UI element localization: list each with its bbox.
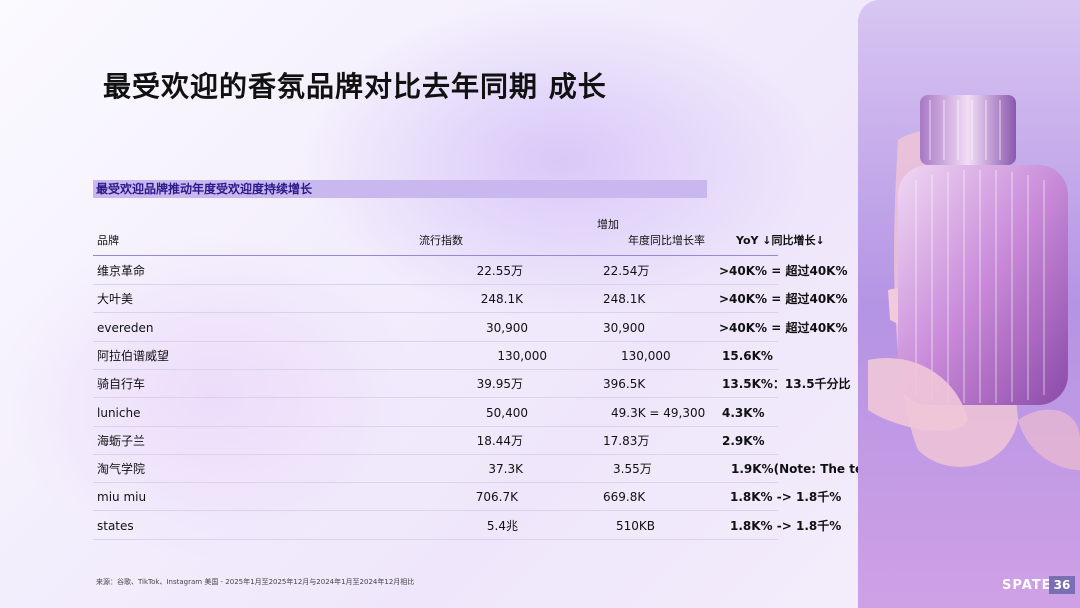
table-row: 海蛎子兰 18.44万 17.83万 2.9K% bbox=[93, 427, 778, 455]
table-row: 大叶美 248.1K 248.1K >40K% = 超过40K% bbox=[93, 285, 848, 314]
increase-cell: 669.8K bbox=[603, 490, 646, 505]
table-row: 阿拉伯谱威望 130,000 130,000 15.6K% bbox=[93, 342, 778, 370]
brand-cell: miu miu bbox=[97, 490, 147, 505]
yoy-cell: 4.3K% bbox=[722, 405, 765, 420]
popularity-index-cell: 22.55万 bbox=[476, 264, 523, 278]
header-divider bbox=[93, 255, 778, 256]
increase-cell: 17.83万 bbox=[603, 433, 650, 448]
popularity-index-cell: 706.7K bbox=[475, 490, 518, 505]
yoy-cell: 2.9K% bbox=[722, 433, 765, 448]
brand-cell: luniche bbox=[97, 405, 141, 420]
brand-cell: 骑自行车 bbox=[97, 377, 146, 392]
popularity-index-cell: 248.1K bbox=[480, 292, 523, 307]
header-yoy: YoY ↓同比增长↓ bbox=[736, 234, 825, 247]
yoy-cell: 1.8K% -> 1.8千% bbox=[730, 490, 842, 505]
increase-cell: 510KB bbox=[616, 518, 656, 533]
table-row: miu miu 706.7K 669.8K 1.8K% -> 1.8千% bbox=[93, 483, 841, 512]
brand-cell: 大叶美 bbox=[97, 292, 134, 307]
yoy-cell: 1.8K% -> 1.8千% bbox=[730, 518, 842, 533]
header-brand: 品牌 bbox=[97, 234, 119, 247]
table-row: 淘气学院37.3K3.55万1.9K%(Note: The term \"K\"… bbox=[93, 455, 1080, 484]
yoy-cell: >40K% = 超过40K% bbox=[719, 320, 848, 335]
yoy-cell: >40K% = 超过40K% bbox=[719, 264, 848, 278]
page-title: 最受欢迎的香氛品牌对比去年同期 成长 bbox=[103, 70, 607, 103]
brand-cell: 阿拉伯谱威望 bbox=[97, 348, 170, 363]
yoy-cell: 13.5K%：13.5千分比 bbox=[722, 377, 851, 392]
brand-cell: 维京革命 bbox=[97, 264, 146, 278]
increase-cell: 3.55万 bbox=[613, 462, 652, 477]
brand-cell: 淘气学院 bbox=[97, 462, 146, 477]
page-number: 36 bbox=[1049, 576, 1075, 594]
subtitle: 最受欢迎品牌推动年度受欢迎度持续增长 bbox=[96, 182, 313, 196]
popularity-index-cell: 39.95万 bbox=[476, 377, 523, 392]
table-row: states 5.4兆 510KB 1.8K% -> 1.8千% bbox=[93, 512, 841, 540]
perfume-photo bbox=[858, 0, 1080, 608]
popularity-index-cell: 37.3K bbox=[488, 462, 523, 477]
increase-cell: 130,000 bbox=[621, 348, 671, 363]
brand-cell: 海蛎子兰 bbox=[97, 433, 146, 448]
table-row: luniche 50,400 49.3K = 49,300 4.3K% bbox=[93, 399, 778, 427]
header-increase-top: 增加 bbox=[597, 218, 619, 231]
header-increase: 年度同比增长率 bbox=[628, 234, 705, 247]
popularity-index-cell: 130,000 bbox=[497, 348, 547, 363]
increase-cell: 248.1K bbox=[603, 292, 646, 307]
header-index: 流行指数 bbox=[419, 234, 463, 247]
table-row: 骑自行车 39.95万 396.5K 13.5K%：13.5千分比 bbox=[93, 370, 851, 399]
increase-cell: 49.3K = 49,300 bbox=[611, 405, 706, 420]
table-row: evereden 30,900 30,900 >40K% = 超过40K% bbox=[93, 314, 848, 342]
increase-cell: 396.5K bbox=[603, 377, 646, 392]
yoy-cell: >40K% = 超过40K% bbox=[719, 292, 848, 307]
brand-cell: states bbox=[97, 518, 134, 533]
increase-cell: 30,900 bbox=[603, 320, 645, 335]
brand-logo: SPATE bbox=[1002, 578, 1052, 593]
source-footnote: 来源：谷歌、TikTok、Instagram 美国 - 2025年1月至2025… bbox=[96, 578, 415, 586]
popularity-index-cell: 5.4兆 bbox=[486, 518, 518, 533]
row-divider bbox=[93, 538, 778, 540]
table-row: 维京革命 22.55万 22.54万 >40K% = 超过40K% bbox=[93, 257, 848, 285]
popularity-index-cell: 30,900 bbox=[486, 320, 528, 335]
yoy-cell: 15.6K% bbox=[722, 348, 773, 363]
brand-cell: evereden bbox=[97, 320, 154, 335]
perfume-bottle-image bbox=[858, 0, 1080, 608]
increase-cell: 22.54万 bbox=[603, 264, 650, 278]
popularity-index-cell: 50,400 bbox=[486, 405, 528, 420]
popularity-index-cell: 18.44万 bbox=[476, 433, 523, 448]
